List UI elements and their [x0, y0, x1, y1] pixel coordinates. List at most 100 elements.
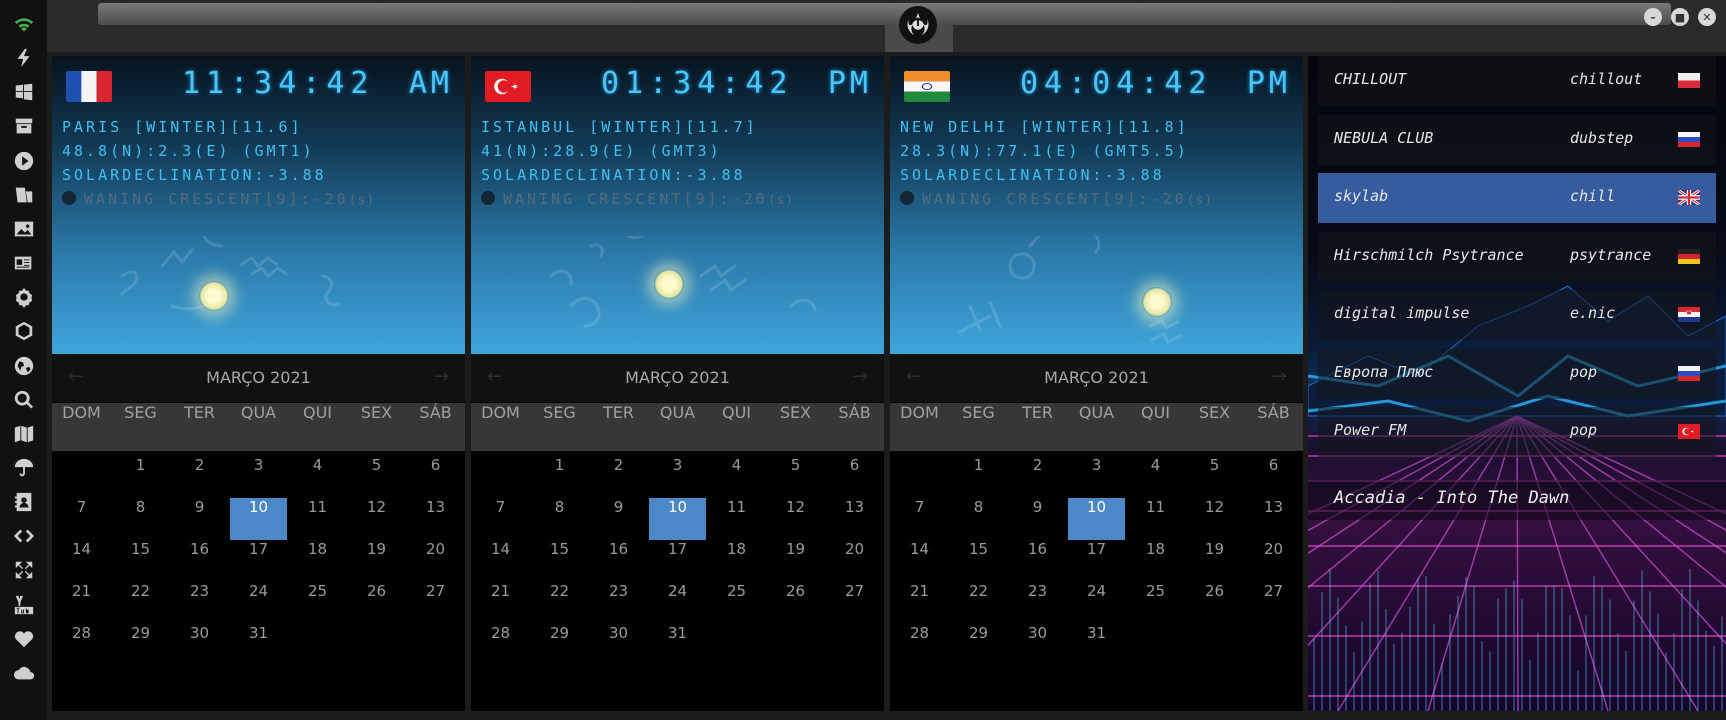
calendar-day[interactable]: 25	[288, 582, 347, 624]
calendar-day[interactable]: 14	[52, 540, 111, 582]
calendar-day[interactable]: 21	[52, 582, 111, 624]
station-row[interactable]: Power FM pop	[1318, 407, 1716, 457]
calendar-day[interactable]: 15	[530, 540, 589, 582]
calendar-day[interactable]: 8	[530, 498, 589, 540]
calendar-day[interactable]: 16	[1008, 540, 1067, 582]
calendar-day[interactable]: 29	[111, 624, 170, 666]
calendar-day[interactable]: 22	[111, 582, 170, 624]
calendar-day[interactable]: 2	[589, 456, 648, 498]
calendar-day[interactable]: 6	[825, 456, 884, 498]
play-icon[interactable]	[10, 147, 38, 175]
calendar-day[interactable]: 20	[825, 540, 884, 582]
rebel-alliance-icon[interactable]	[899, 6, 937, 44]
expand-icon[interactable]	[10, 556, 38, 584]
search-icon[interactable]	[10, 386, 38, 414]
calendar-day[interactable]: 4	[288, 456, 347, 498]
next-month-arrow-icon[interactable]: →	[434, 366, 449, 387]
calendar-day[interactable]: 2	[170, 456, 229, 498]
translate-icon[interactable]	[10, 181, 38, 209]
calendar-day[interactable]: 21	[890, 582, 949, 624]
next-month-arrow-icon[interactable]: →	[1272, 366, 1287, 387]
windows-icon[interactable]	[10, 78, 38, 106]
calendar-day[interactable]: 19	[347, 540, 406, 582]
calendar-day[interactable]: 28	[52, 624, 111, 666]
calendar-day[interactable]: 21	[471, 582, 530, 624]
calendar-day[interactable]: 12	[1185, 498, 1244, 540]
wifi-icon[interactable]	[10, 10, 38, 38]
calendar-day[interactable]: 31	[229, 624, 288, 666]
calendar-day[interactable]: 7	[52, 498, 111, 540]
calendar-day[interactable]: 3	[648, 456, 707, 498]
calendar-day[interactable]: 1	[111, 456, 170, 498]
bolt-icon[interactable]	[10, 44, 38, 72]
calendar-day[interactable]: 3	[229, 456, 288, 498]
maximize-button[interactable]: ■	[1671, 8, 1689, 26]
calendar-day[interactable]: 13	[1244, 498, 1303, 540]
calendar-day[interactable]: 1	[530, 456, 589, 498]
station-row[interactable]: Европа Плюс pop	[1318, 349, 1716, 399]
calendar-day[interactable]: 16	[170, 540, 229, 582]
next-month-arrow-icon[interactable]: →	[853, 366, 868, 387]
calendar-day[interactable]: 27	[406, 582, 465, 624]
calendar-day[interactable]: 26	[766, 582, 825, 624]
station-row[interactable]: NEBULA CLUB dubstep	[1318, 115, 1716, 165]
youtube-icon[interactable]	[10, 591, 38, 619]
calendar-day[interactable]: 9	[170, 498, 229, 540]
calendar-day[interactable]: 19	[766, 540, 825, 582]
calendar-day[interactable]: 17	[1067, 540, 1126, 582]
calendar-day[interactable]: 6	[406, 456, 465, 498]
station-row[interactable]: digital impulse e.nic	[1318, 290, 1716, 340]
calendar-day[interactable]: 7	[471, 498, 530, 540]
calendar-day[interactable]: 14	[471, 540, 530, 582]
calendar-day[interactable]: 9	[589, 498, 648, 540]
calendar-day[interactable]: 30	[170, 624, 229, 666]
calendar-day[interactable]: 12	[766, 498, 825, 540]
calendar-day[interactable]: 26	[1185, 582, 1244, 624]
calendar-day[interactable]: 22	[949, 582, 1008, 624]
calendar-day[interactable]: 16	[589, 540, 648, 582]
calendar-day[interactable]: 5	[347, 456, 406, 498]
calendar-day[interactable]: 24	[648, 582, 707, 624]
calendar-day[interactable]: 20	[1244, 540, 1303, 582]
calendar-day[interactable]: 24	[1067, 582, 1126, 624]
calendar-day[interactable]: 18	[707, 540, 766, 582]
calendar-day[interactable]: 30	[1008, 624, 1067, 666]
calendar-day[interactable]: 17	[229, 540, 288, 582]
calendar-day[interactable]: 8	[111, 498, 170, 540]
calendar-day-today[interactable]: 10	[230, 498, 287, 540]
calendar-day[interactable]: 5	[766, 456, 825, 498]
calendar-day[interactable]: 11	[707, 498, 766, 540]
calendar-day[interactable]: 15	[949, 540, 1008, 582]
calendar-day[interactable]: 20	[406, 540, 465, 582]
calendar-day[interactable]: 5	[1185, 456, 1244, 498]
calendar-day[interactable]: 2	[1008, 456, 1067, 498]
newspaper-icon[interactable]	[10, 249, 38, 277]
calendar-day[interactable]: 17	[648, 540, 707, 582]
hexagon-icon[interactable]	[10, 317, 38, 345]
calendar-day[interactable]: 18	[1126, 540, 1185, 582]
calendar-day[interactable]: 19	[1185, 540, 1244, 582]
calendar-day[interactable]: 31	[1067, 624, 1126, 666]
calendar-day[interactable]: 29	[949, 624, 1008, 666]
calendar-day[interactable]: 23	[170, 582, 229, 624]
calendar-day[interactable]: 18	[288, 540, 347, 582]
calendar-day[interactable]: 27	[825, 582, 884, 624]
cloud-icon[interactable]	[10, 659, 38, 687]
calendar-day[interactable]: 24	[229, 582, 288, 624]
calendar-day[interactable]: 30	[589, 624, 648, 666]
calendar-day[interactable]: 23	[1008, 582, 1067, 624]
station-row[interactable]: skylab chill	[1318, 173, 1716, 223]
contact-icon[interactable]	[10, 488, 38, 516]
minimize-button[interactable]: –	[1644, 8, 1662, 26]
gear-icon[interactable]	[10, 283, 38, 311]
calendar-day[interactable]: 22	[530, 582, 589, 624]
calendar-day[interactable]: 31	[648, 624, 707, 666]
globe-icon[interactable]	[10, 352, 38, 380]
calendar-day[interactable]: 23	[589, 582, 648, 624]
umbrella-icon[interactable]	[10, 454, 38, 482]
calendar-day[interactable]: 3	[1067, 456, 1126, 498]
code-icon[interactable]	[10, 522, 38, 550]
map-icon[interactable]	[10, 420, 38, 448]
station-row[interactable]: CHILLOUT chillout	[1318, 56, 1716, 106]
image-icon[interactable]	[10, 215, 38, 243]
